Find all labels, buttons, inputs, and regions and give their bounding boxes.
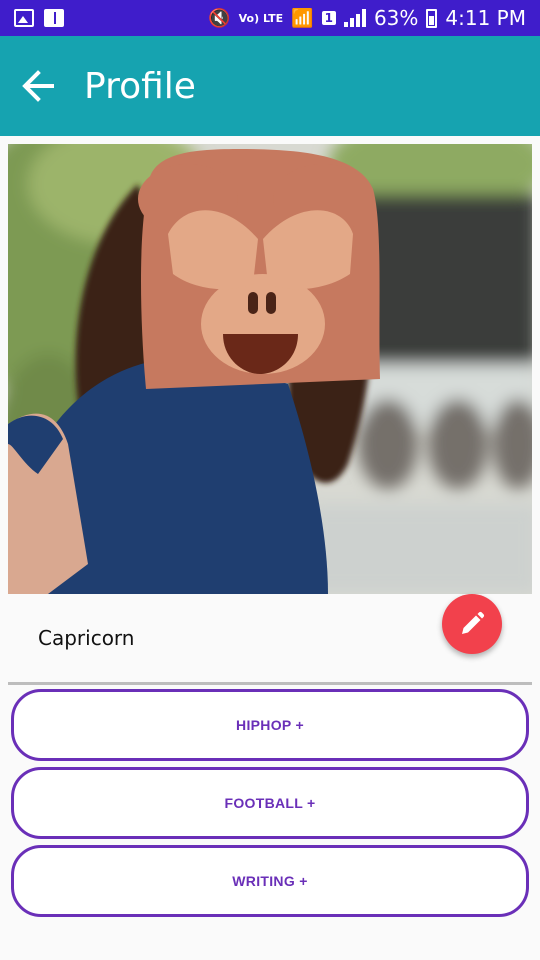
book-notification-icon bbox=[44, 9, 64, 27]
sim-indicator: 1 bbox=[321, 11, 336, 25]
volte-indicator: Vo) LTE bbox=[238, 11, 284, 25]
profile-photo bbox=[8, 144, 532, 594]
status-bar: 🔇 Vo) LTE 📶 1 63% 4:11 PM bbox=[0, 0, 540, 36]
app-bar: Profile bbox=[0, 36, 540, 136]
battery-icon bbox=[426, 8, 438, 28]
page-title: Profile bbox=[84, 65, 196, 107]
clock: 4:11 PM bbox=[445, 6, 526, 30]
interest-football-button[interactable]: FOOTBALL + bbox=[11, 767, 529, 839]
zodiac-label: Capricorn bbox=[38, 626, 135, 650]
interest-writing-button[interactable]: WRITING + bbox=[11, 845, 529, 917]
arrow-left-icon bbox=[22, 70, 54, 102]
edit-profile-button[interactable] bbox=[442, 594, 502, 654]
wifi-icon: 📶 bbox=[291, 7, 314, 29]
mute-icon: 🔇 bbox=[208, 7, 231, 29]
battery-percent: 63% bbox=[373, 6, 419, 30]
pencil-icon bbox=[462, 611, 485, 634]
signal-icon bbox=[343, 9, 366, 27]
back-button[interactable] bbox=[8, 56, 68, 116]
monkey-emoji-sticker bbox=[138, 149, 380, 389]
gallery-notification-icon bbox=[14, 9, 34, 27]
interest-hiphop-button[interactable]: HIPHOP + bbox=[11, 689, 529, 761]
divider bbox=[8, 682, 532, 685]
